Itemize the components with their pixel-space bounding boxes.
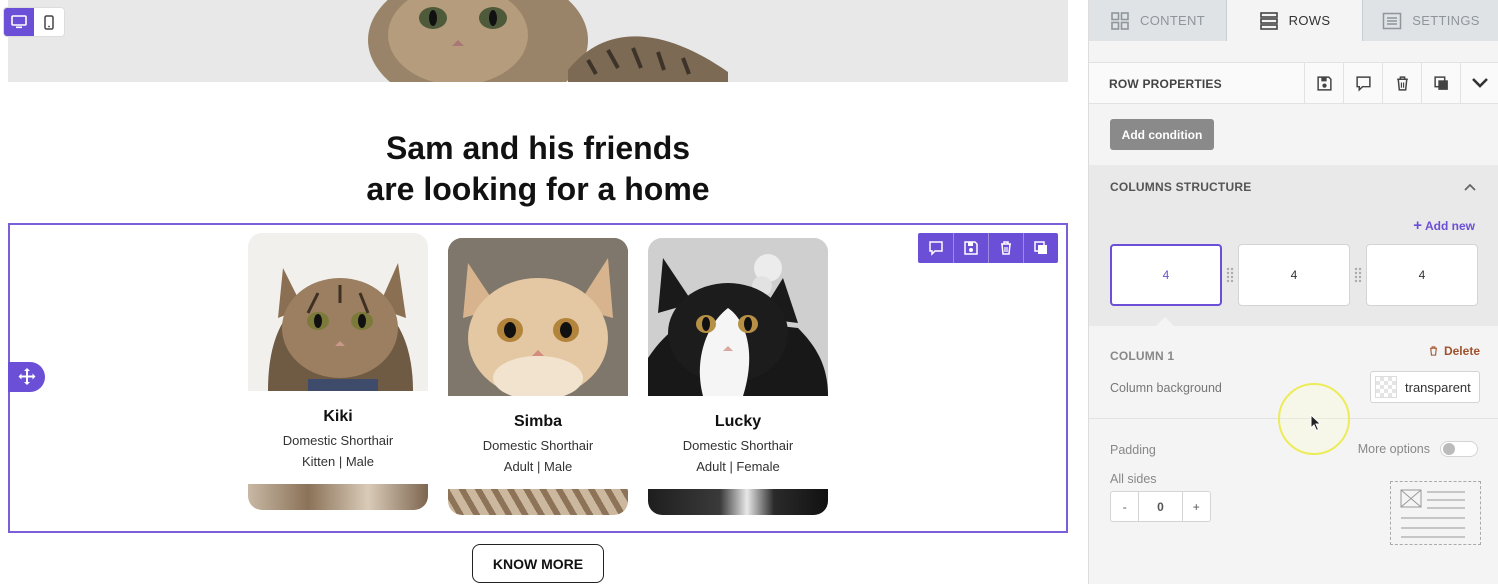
headline-line-2: are looking for a home	[366, 171, 710, 207]
pet-meta: Adult | Female	[696, 459, 780, 474]
pet-breed: Domestic Shorthair	[682, 438, 794, 453]
pet-meta: Adult | Male	[503, 459, 573, 474]
column-background-value: transparent	[1405, 379, 1471, 395]
more-options: More options	[1358, 441, 1478, 457]
transparent-swatch-icon	[1375, 376, 1397, 398]
tab-label: SETTINGS	[1412, 13, 1480, 28]
save-icon[interactable]	[1304, 63, 1343, 103]
save-icon[interactable]	[953, 233, 988, 263]
padding-value[interactable]: 0	[1138, 492, 1183, 521]
pet-meta: Kitten | Male	[301, 454, 375, 469]
drag-grip-icon[interactable]	[1354, 267, 1362, 283]
add-new-label: Add new	[1425, 219, 1475, 233]
delete-label: Delete	[1443, 344, 1480, 358]
all-sides-label: All sides	[1110, 472, 1157, 486]
columns-structure-section: COLUMNS STRUCTURE + Add new 4 4 4	[1089, 165, 1498, 327]
column-box-3[interactable]: 4	[1366, 244, 1478, 306]
more-options-label: More options	[1357, 442, 1430, 456]
panel-tabs: CONTENT ROWS SETTINGS	[1089, 0, 1498, 41]
hero-image[interactable]	[8, 0, 1068, 82]
tab-settings[interactable]: SETTINGS	[1363, 0, 1498, 41]
add-condition-button[interactable]: Add condition	[1110, 119, 1214, 150]
tab-content[interactable]: CONTENT	[1089, 0, 1227, 41]
chevron-down-icon[interactable]	[1460, 63, 1498, 103]
column-background-label: Column background	[1110, 381, 1222, 395]
row-properties-header: ROW PROPERTIES	[1089, 62, 1498, 104]
trash-icon[interactable]	[988, 233, 1023, 263]
grid-icon	[1111, 11, 1129, 30]
selection-pointer	[1155, 317, 1175, 327]
more-options-toggle[interactable]	[1440, 441, 1478, 457]
move-handle-icon[interactable]	[8, 362, 45, 392]
properties-panel: CONTENT ROWS SETTINGS ROW PROPERTIES Add…	[1088, 0, 1498, 584]
duplicate-icon[interactable]	[1421, 63, 1460, 103]
column-box-2[interactable]: 4	[1238, 244, 1350, 306]
column-title: COLUMN 1	[1110, 349, 1175, 363]
tab-label: ROWS	[1288, 13, 1331, 28]
pet-breed: Domestic Shorthair	[282, 433, 394, 448]
trash-icon	[1430, 346, 1437, 356]
chevron-up-icon[interactable]	[1463, 179, 1477, 197]
padding-stepper: - 0 +	[1110, 491, 1211, 522]
column-box-1[interactable]: 4	[1110, 244, 1222, 306]
increment-button[interactable]: +	[1183, 492, 1210, 521]
pet-card[interactable]: Kiki Domestic Shorthair Kitten | Male	[248, 233, 428, 510]
row-properties-title: ROW PROPERTIES	[1109, 77, 1222, 91]
pet-photo	[648, 238, 828, 396]
rows-icon	[1259, 11, 1278, 30]
trash-icon[interactable]	[1382, 63, 1421, 103]
pet-photo-bottom	[648, 489, 828, 515]
mobile-icon[interactable]	[34, 8, 64, 36]
cat-image	[368, 0, 728, 82]
decrement-button[interactable]: -	[1111, 492, 1138, 521]
design-canvas: Sam and his friends are looking for a ho…	[0, 0, 1088, 584]
pet-photo	[248, 233, 428, 391]
desktop-icon[interactable]	[4, 8, 34, 36]
page-title: Sam and his friends are looking for a ho…	[8, 128, 1068, 210]
pet-photo-bottom	[248, 484, 428, 510]
padding-preview	[1390, 481, 1481, 545]
duplicate-icon[interactable]	[1023, 233, 1058, 263]
pet-name: Lucky	[714, 413, 762, 430]
pet-card[interactable]: Lucky Domestic Shorthair Adult | Female	[648, 238, 828, 515]
delete-column-button[interactable]: Delete	[1428, 344, 1480, 358]
drag-grip-icon[interactable]	[1226, 267, 1234, 283]
pet-card[interactable]: Simba Domestic Shorthair Adult | Male	[448, 238, 628, 515]
pet-photo	[448, 238, 628, 396]
row-toolbar	[918, 233, 1058, 263]
columns-structure-title: COLUMNS STRUCTURE	[1110, 180, 1252, 194]
add-new-column-button[interactable]: + Add new	[1413, 217, 1475, 234]
headline-line-1: Sam and his friends	[385, 130, 691, 166]
row-properties-actions	[1304, 63, 1498, 103]
comment-icon[interactable]	[1343, 63, 1382, 103]
pet-photo-bottom	[448, 489, 628, 515]
email-editor: Sam and his friends are looking for a ho…	[0, 0, 1498, 584]
mouse-cursor-icon	[1310, 414, 1322, 432]
pet-breed: Domestic Shorthair	[482, 438, 594, 453]
pet-name: Kiki	[323, 408, 353, 425]
settings-icon	[1383, 12, 1402, 29]
padding-label: Padding	[1110, 443, 1156, 457]
comment-icon[interactable]	[918, 233, 953, 263]
column-background-picker[interactable]: transparent	[1370, 371, 1480, 403]
know-more-button[interactable]: KNOW MORE	[472, 544, 604, 583]
plus-icon: +	[1413, 217, 1422, 234]
tab-label: CONTENT	[1140, 13, 1205, 28]
tab-rows[interactable]: ROWS	[1227, 0, 1363, 41]
pet-name: Simba	[513, 413, 562, 430]
device-toggle	[4, 8, 64, 36]
